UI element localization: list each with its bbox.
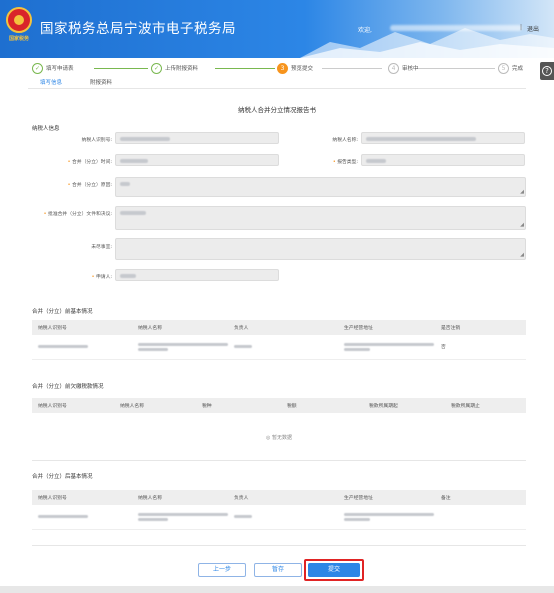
table-header: 税款所属期止 — [445, 398, 526, 413]
help-button[interactable]: ? — [540, 62, 554, 80]
table-header-row: 纳税人识别号 纳税人名称 负责人 生产经营地址 是否注销 — [32, 320, 526, 335]
step-label: 完成 — [512, 66, 524, 72]
step-number: 3 — [277, 62, 288, 74]
label-merge-reason: • 合并（分立）原因: — [67, 183, 112, 188]
prev-step-button[interactable]: 上一步 — [198, 563, 246, 577]
step-2: ✓ 上传附报资料 — [151, 62, 198, 74]
help-icon: ? — [542, 66, 552, 76]
table-header: 负责人 — [228, 320, 338, 335]
table-header: 生产经营地址 — [338, 490, 435, 505]
section-divider — [32, 460, 526, 461]
table-header: 纳税人名称 — [132, 490, 228, 505]
label-taxpayer-id: 纳税人识别号: — [81, 138, 112, 143]
check-icon: ✓ — [151, 62, 162, 74]
username-redacted — [390, 25, 522, 31]
save-draft-button[interactable]: 暂存 — [254, 563, 302, 577]
taxpayer-id-field — [115, 132, 279, 144]
pending-textarea[interactable]: ◢ — [115, 238, 526, 260]
approval-doc-textarea[interactable]: ◢ — [115, 206, 526, 230]
table-header: 税款所属期起 — [363, 398, 445, 413]
section-divider — [32, 545, 526, 546]
table-cell — [435, 505, 526, 530]
header-separator: | — [520, 24, 523, 31]
step-label: 上传附报资料 — [165, 66, 199, 72]
step-3: 3 预览提交 — [277, 62, 313, 74]
step-1: ✓ 填写申请表 — [32, 62, 74, 74]
label-applicant: • 申请人: — [91, 275, 112, 280]
section-title-after-merge: 合并（分立）后基本情况 — [32, 474, 93, 480]
label-report-type: • 报告类型: — [332, 160, 358, 165]
table-header: 负责人 — [228, 490, 338, 505]
tax-arrears-table: 纳税人识别号 纳税人名称 税种 税额 税款所属期起 税款所属期止 — [32, 398, 526, 413]
label-pending: 未尽事宜: — [91, 245, 112, 250]
table-header-row: 纳税人识别号 纳税人名称 税种 税额 税款所属期起 税款所属期止 — [32, 398, 526, 413]
page-title: 纳税人合并分立情况报告书 — [238, 106, 316, 114]
table-cell — [338, 505, 435, 530]
welcome-text: 欢迎, — [358, 27, 372, 34]
step-number: 4 — [388, 62, 399, 74]
emblem-caption: 国家税务 — [9, 36, 30, 42]
submit-highlight-box — [304, 559, 364, 581]
app-title: 国家税务总局宁波市电子税务局 — [40, 21, 236, 37]
label-merge-time: • 合并（分立）时间: — [67, 160, 112, 165]
step-connector — [415, 68, 495, 69]
table-header: 税额 — [281, 398, 363, 413]
table-header: 纳税人识别号 — [32, 490, 132, 505]
after-merge-table: 纳税人识别号 纳税人名称 负责人 生产经营地址 备注 — [32, 490, 526, 530]
section-title-tax-arrears: 合并（分立）前欠缴税款情况 — [32, 384, 104, 390]
merge-reason-textarea[interactable]: ◢ — [115, 177, 526, 197]
step-connector — [215, 68, 275, 69]
table-header: 纳税人名称 — [132, 320, 228, 335]
tab-attachments[interactable]: 附报资料 — [90, 78, 112, 86]
taxpayer-name-field — [361, 132, 525, 144]
progress-steps: ✓ 填写申请表 ✓ 上传附报资料 3 预览提交 4 审核中 5 完成 — [32, 62, 532, 76]
empty-state-text: ◎ 暂无数据 — [266, 435, 292, 441]
tabs-divider — [28, 88, 526, 89]
table-header: 纳税人识别号 — [32, 398, 114, 413]
label-taxpayer-name: 纳税人名称: — [332, 138, 358, 143]
table-cell — [228, 505, 338, 530]
merge-time-field[interactable] — [115, 154, 279, 166]
table-cell — [228, 335, 338, 360]
section-title-taxpayer: 纳税人信息 — [32, 126, 60, 132]
table-cell — [338, 335, 435, 360]
table-row: 否 — [32, 335, 526, 360]
step-label: 审核中 — [402, 66, 419, 72]
table-cell: 否 — [435, 335, 526, 360]
table-header: 税种 — [196, 398, 281, 413]
table-header: 是否注销 — [435, 320, 526, 335]
table-header: 纳税人名称 — [114, 398, 196, 413]
table-header: 生产经营地址 — [338, 320, 435, 335]
table-header-row: 纳税人识别号 纳税人名称 负责人 生产经营地址 备注 — [32, 490, 526, 505]
step-connector — [322, 68, 382, 69]
table-header: 备注 — [435, 490, 526, 505]
step-label: 预览提交 — [291, 66, 314, 72]
logout-link[interactable]: 退出 — [527, 24, 539, 33]
table-header: 纳税人识别号 — [32, 320, 132, 335]
app-header: 国家税务 国家税务总局宁波市电子税务局 欢迎, | 退出 — [0, 0, 554, 58]
header-landscape-illustration — [300, 28, 554, 58]
section-title-before-merge: 合并（分立）前基本情况 — [32, 309, 93, 315]
table-cell — [132, 505, 228, 530]
step-connector — [94, 68, 148, 69]
table-cell — [132, 335, 228, 360]
table-cell — [32, 505, 132, 530]
step-4: 4 审核中 — [388, 62, 419, 74]
table-row — [32, 505, 526, 530]
step-5: 5 完成 — [498, 62, 523, 74]
check-icon: ✓ — [32, 62, 43, 74]
step-label: 填写申请表 — [46, 66, 74, 72]
before-merge-table: 纳税人识别号 纳税人名称 负责人 生产经营地址 是否注销 否 — [32, 320, 526, 360]
applicant-field[interactable] — [115, 269, 279, 281]
tax-emblem-logo — [6, 7, 32, 33]
label-approval-doc: • 批准合并（分立）文件和决议: — [43, 212, 112, 217]
table-cell — [32, 335, 132, 360]
step-number: 5 — [498, 62, 509, 74]
report-type-field[interactable] — [361, 154, 525, 166]
page-footer — [0, 586, 554, 593]
